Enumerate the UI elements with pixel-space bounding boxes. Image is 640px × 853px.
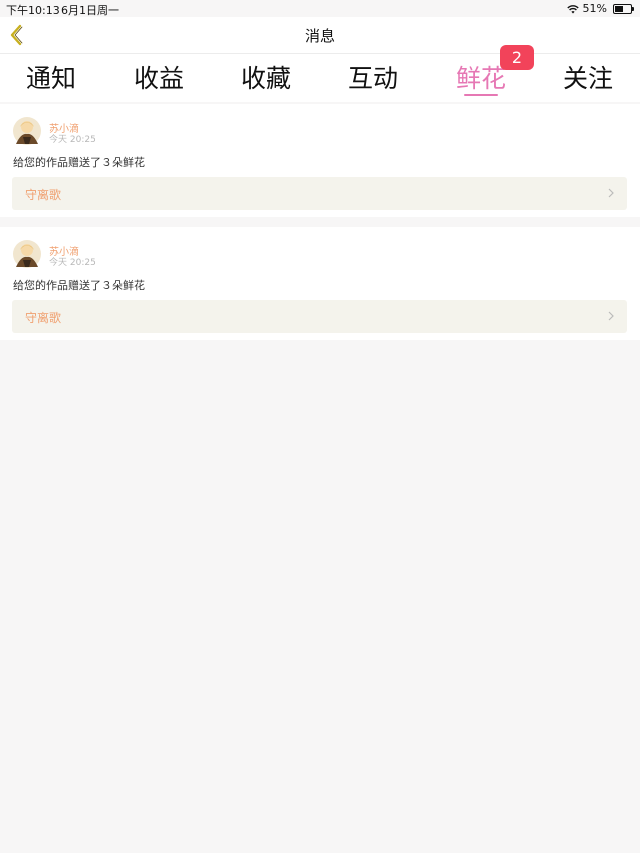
tab-favorites[interactable]: 收藏 <box>241 59 291 95</box>
status-time: 下午10:13 <box>6 4 60 17</box>
tab-interactions[interactable]: 互动 <box>348 59 398 95</box>
notification-message: 给您的作品赠送了３朵鲜花 <box>13 279 145 292</box>
tab-flowers[interactable]: 鲜花 <box>456 59 506 95</box>
avatar[interactable] <box>13 240 41 268</box>
tab-following[interactable]: 关注 <box>563 59 613 95</box>
work-title: 守离歌 <box>25 188 62 202</box>
page-title: 消息 <box>304 27 335 45</box>
avatar[interactable] <box>13 117 41 145</box>
tab-notifications[interactable]: 通知 <box>26 59 76 95</box>
notification-time: 今天 20:25 <box>49 135 96 145</box>
nav-bar: 消息 <box>0 17 640 54</box>
work-link[interactable]: 守离歌 <box>12 300 627 333</box>
notification-card: 苏小滴 今天 20:25 给您的作品赠送了３朵鲜花 守离歌 <box>0 104 640 217</box>
work-title: 守离歌 <box>25 311 62 325</box>
chevron-right-icon <box>608 188 614 198</box>
chevron-right-icon <box>608 311 614 321</box>
tab-bar: 通知 收益 收藏 互动 鲜花 关注 <box>0 54 640 102</box>
status-bar: 下午10:13 6月1日周一 51% <box>0 0 640 17</box>
notification-message: 给您的作品赠送了３朵鲜花 <box>13 156 145 169</box>
tab-earnings[interactable]: 收益 <box>134 59 184 95</box>
work-link[interactable]: 守离歌 <box>12 177 627 210</box>
active-tab-indicator <box>464 94 498 96</box>
battery-icon <box>613 3 634 14</box>
status-right: 51% <box>566 2 634 15</box>
notification-time: 今天 20:25 <box>49 258 96 268</box>
status-date: 6月1日周一 <box>61 4 119 17</box>
notification-card: 苏小滴 今天 20:25 给您的作品赠送了３朵鲜花 守离歌 <box>0 227 640 340</box>
unread-badge: 2 <box>500 45 534 70</box>
wifi-icon <box>566 4 579 13</box>
battery-percent: 51% <box>582 2 607 15</box>
